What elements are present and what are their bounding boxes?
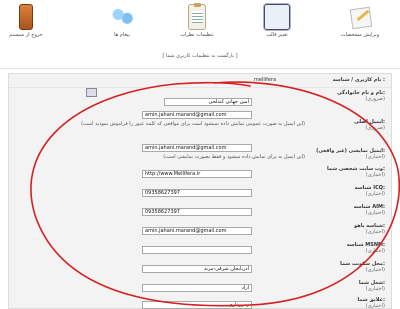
messages-people-icon — [109, 4, 135, 30]
icq-label: شناسه ICQ: (اختیاری) — [354, 185, 385, 197]
messages-label: پیغام ها — [114, 32, 130, 38]
profile-form-panel: نام کاربری / شناسه : mellifera نام و نام… — [8, 73, 392, 309]
email-input[interactable]: amin.jahani.marand@gmail.com — [142, 111, 252, 119]
username-label: نام کاربری / شناسه : — [332, 77, 385, 83]
messages-button[interactable]: پیغام ها — [100, 4, 144, 38]
logout-door-icon — [19, 4, 33, 30]
change-theme-label: تغییر قالب — [266, 32, 288, 38]
yahoo-input[interactable]: amin.jahani.marand@gmail.com — [142, 227, 252, 235]
msnm-label: شناسه MSNM: (اختیاری) — [346, 242, 385, 254]
icq-input[interactable]: 09358627397 — [142, 189, 252, 197]
change-theme-button[interactable]: تغییر قالب — [255, 3, 299, 38]
aim-input[interactable]: 09358627397 — [142, 208, 252, 216]
clipboard-icon — [188, 3, 206, 30]
fullname-label: نام و نام خانوادگی: (ضروری) — [337, 90, 385, 102]
interests-label: علایق شما: (اختیاری) — [357, 297, 385, 309]
back-to-settings-link[interactable]: [ بازگشت به تنظیمات کاربری شما ] — [0, 53, 400, 59]
username-value: mellifera — [254, 77, 277, 83]
aim-label: شناسه AIM: (اختیاری) — [353, 204, 385, 216]
yahoo-label: شناسه یاهو: (اختیاری) — [354, 223, 385, 235]
display-email-hint: (این ایمیل به برای نمایش داده میشود و فق… — [163, 154, 305, 160]
website-input[interactable]: http://www.Mellifera.ir — [142, 170, 252, 178]
website-label: وب سایت شخصی شما: (اختیاری) — [327, 166, 385, 178]
location-input[interactable]: آذربایجان شرقی-مرند — [142, 265, 252, 273]
theme-picture-icon — [263, 3, 291, 31]
header-divider — [0, 68, 400, 69]
location-label: محل سکونت شما: (اختیاری) — [340, 261, 385, 273]
display-email-input[interactable]: amin.jahani.marand@gmail.com — [142, 144, 252, 152]
display-email-label: ایمیل نمایشی (غیر واقعی): (اختیاری) — [316, 148, 385, 160]
logout-label: خروج از سیستم — [9, 32, 43, 38]
email-label: ایمیل اصلی: (ضروری) — [354, 119, 385, 131]
row-divider — [9, 87, 391, 88]
comment-settings-button[interactable]: تنظیمات نظرات — [175, 3, 219, 38]
email-hint: (این ایمیل به صورت عمومی نمایش داده نمیش… — [81, 121, 305, 127]
job-input[interactable]: آزاد — [142, 284, 252, 292]
top-toolbar: خروج از سیستم پیغام ها تنظیمات نظرات تغی… — [0, 0, 400, 46]
logout-button[interactable]: خروج از سیستم — [4, 4, 48, 38]
interests-input[interactable]: زنبورداری — [142, 301, 252, 309]
job-label: شغل شما: (اختیاری) — [358, 280, 385, 292]
msnm-input[interactable] — [142, 246, 252, 254]
edit-profile-label: ویرایش مشخصات — [340, 32, 380, 38]
keyboard-toggle-icon[interactable] — [86, 88, 97, 97]
edit-profile-button[interactable]: ویرایش مشخصات — [338, 4, 382, 38]
edit-profile-icon — [347, 4, 373, 30]
fullname-input[interactable]: امین جهانی کندلجی — [164, 98, 252, 106]
comment-settings-label: تنظیمات نظرات — [180, 32, 214, 38]
